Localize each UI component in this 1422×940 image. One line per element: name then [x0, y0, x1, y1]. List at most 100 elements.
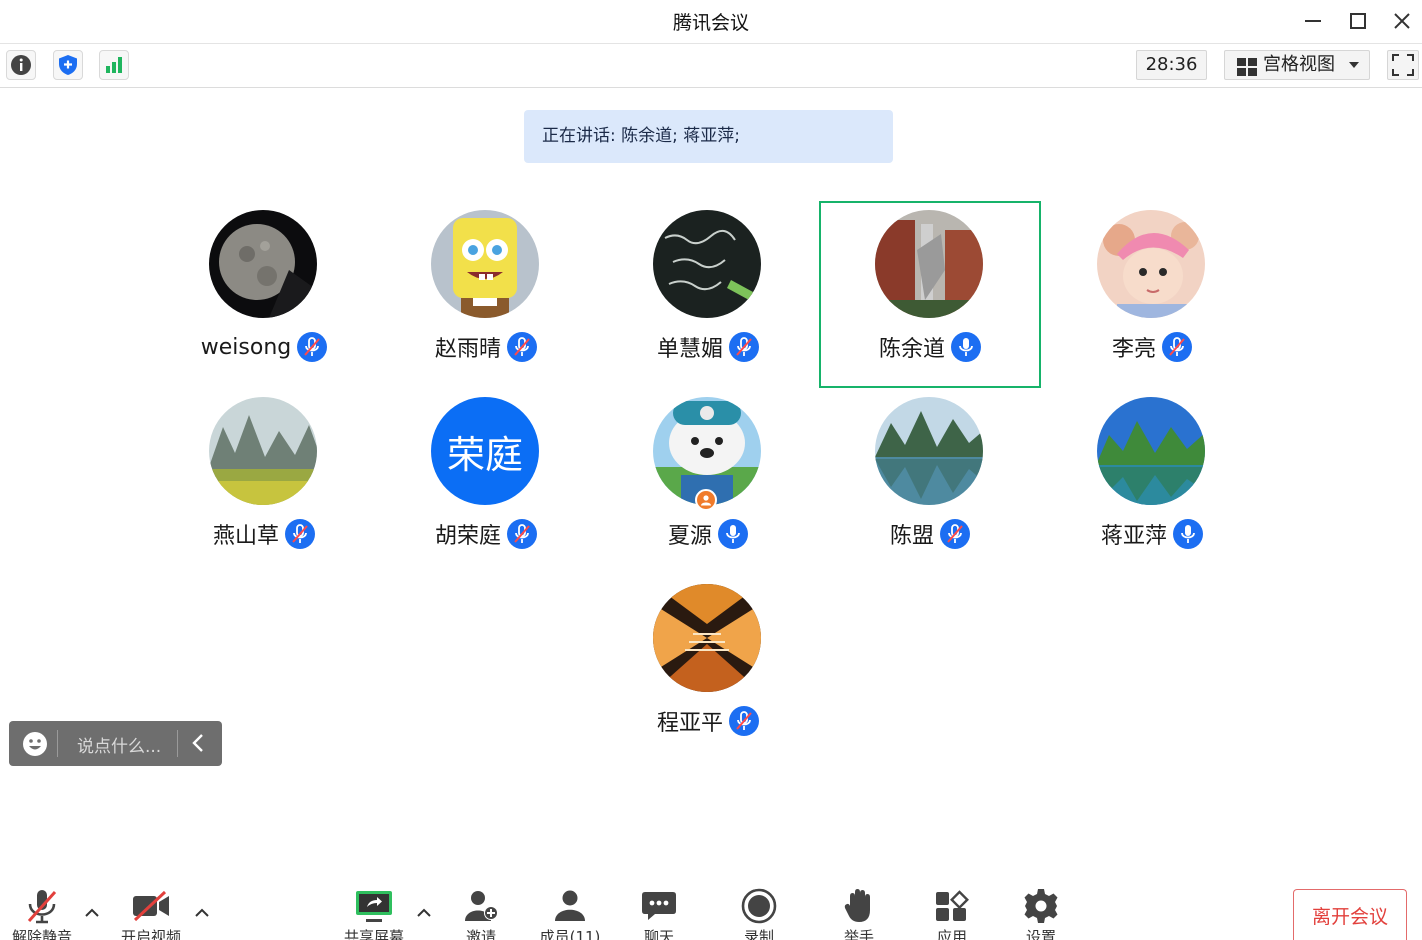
chat-bubble-icon — [642, 892, 676, 920]
participant-tile[interactable]: 夏源 — [597, 389, 819, 576]
participant-tile[interactable]: 荣庭 胡荣庭 — [375, 389, 597, 576]
participant-name-row: 胡荣庭 — [375, 517, 597, 551]
participant-name-row: 陈余道 — [821, 330, 1039, 364]
avatar — [209, 210, 317, 318]
members-button[interactable]: 成员(11) — [530, 884, 610, 940]
settings-label: 设置 — [1025, 928, 1056, 940]
shield-icon — [59, 55, 77, 75]
security-button[interactable] — [53, 50, 83, 80]
signal-icon — [106, 57, 122, 73]
unmute-button[interactable]: 解除静音 — [2, 884, 82, 940]
participant-tile[interactable]: 程亚平 — [597, 576, 819, 763]
meeting-timer: 28:36 — [1136, 50, 1207, 80]
view-mode-dropdown[interactable]: 宫格视图 — [1224, 50, 1370, 80]
maximize-button[interactable] — [1340, 6, 1376, 36]
start-video-button[interactable]: 开启视频 — [111, 884, 191, 940]
minimize-icon — [1305, 20, 1321, 22]
window-title: 腾讯会议 — [672, 12, 749, 34]
settings-button[interactable]: 设置 — [1001, 884, 1081, 940]
video-options-button[interactable] — [194, 906, 210, 920]
participant-name: 单慧媚 — [656, 337, 723, 362]
chevron-left-icon[interactable] — [191, 733, 205, 753]
invite-label: 邀请 — [465, 928, 496, 940]
participant-name-row: 程亚平 — [597, 704, 819, 738]
mic-muted-icon — [507, 519, 537, 549]
participant-name-row: 蒋亚萍 — [1041, 517, 1263, 551]
record-button[interactable]: 录制 — [719, 884, 799, 940]
avatar — [1097, 397, 1205, 505]
meeting-window: 腾讯会议 28:36 宫格视图 正在讲话: 陈余道; 蒋亚萍; weisong … — [0, 0, 1422, 940]
participant-tile-active-speaker[interactable]: 陈余道 — [819, 201, 1041, 388]
participant-name: 陈余道 — [878, 337, 945, 362]
avatar — [653, 210, 761, 318]
mic-muted-icon — [729, 332, 759, 362]
raise-hand-button[interactable]: 举手 — [819, 884, 899, 940]
mic-muted-icon — [940, 519, 970, 549]
participant-name-row: 单慧媚 — [597, 330, 819, 364]
participant-tile[interactable]: 蒋亚萍 — [1041, 389, 1263, 576]
start-video-label: 开启视频 — [120, 928, 181, 940]
invite-button[interactable]: 邀请 — [441, 884, 521, 940]
gear-icon — [1024, 889, 1058, 923]
members-icon — [555, 890, 585, 921]
participant-name: 李亮 — [1111, 337, 1156, 362]
share-screen-label: 共享屏幕 — [343, 928, 404, 940]
share-screen-button[interactable]: 共享屏幕 — [334, 884, 414, 940]
emoji-icon — [23, 732, 47, 756]
chat-label: 聊天 — [643, 928, 674, 940]
participant-name: 燕山草 — [212, 524, 279, 549]
mic-on-icon — [1173, 519, 1203, 549]
hand-icon — [844, 889, 870, 922]
mic-muted-icon — [285, 519, 315, 549]
apps-icon — [936, 890, 969, 921]
participant-name-row: 赵雨晴 — [375, 330, 597, 364]
mic-muted-icon — [507, 332, 537, 362]
apps-button[interactable]: 应用 — [912, 884, 992, 940]
quick-chat-input[interactable]: 说点什么... — [9, 721, 222, 766]
leave-meeting-button[interactable]: 离开会议 — [1293, 889, 1407, 940]
participant-name: 蒋亚萍 — [1100, 524, 1167, 549]
view-mode-label: 宫格视图 — [1263, 54, 1335, 75]
participant-name-row: 李亮 — [1041, 330, 1263, 364]
network-status-button[interactable] — [99, 50, 129, 80]
participant-tile[interactable]: 燕山草 — [153, 389, 375, 576]
share-options-button[interactable] — [416, 906, 432, 920]
avatar — [875, 397, 983, 505]
share-screen-icon — [356, 891, 392, 922]
minimize-button[interactable] — [1295, 6, 1331, 36]
record-label: 录制 — [743, 928, 774, 940]
fullscreen-button[interactable] — [1387, 50, 1419, 80]
meeting-info-button[interactable] — [6, 50, 36, 80]
mic-muted-icon — [729, 706, 759, 736]
participant-name-row: 夏源 — [597, 517, 819, 551]
divider — [57, 730, 58, 757]
meeting-toolbar: 28:36 宫格视图 — [0, 45, 1422, 88]
fullscreen-icon — [1392, 54, 1414, 76]
participant-name-row: 燕山草 — [153, 517, 375, 551]
video-off-icon — [133, 890, 169, 922]
close-button[interactable] — [1384, 6, 1420, 36]
chat-button[interactable]: 聊天 — [619, 884, 699, 940]
audio-options-button[interactable] — [84, 906, 100, 920]
participant-name: 程亚平 — [656, 711, 723, 736]
participant-tile[interactable]: 单慧媚 — [597, 202, 819, 389]
title-bar: 腾讯会议 — [0, 0, 1422, 44]
mic-on-icon — [951, 332, 981, 362]
chevron-up-icon — [417, 908, 431, 917]
apps-label: 应用 — [936, 928, 967, 940]
chat-placeholder[interactable]: 说点什么... — [77, 732, 161, 757]
mic-on-icon — [718, 519, 748, 549]
participant-tile[interactable]: 赵雨晴 — [375, 202, 597, 389]
avatar — [431, 210, 539, 318]
chevron-down-icon — [1349, 62, 1359, 68]
mic-muted-icon — [1162, 332, 1192, 362]
participant-tile[interactable]: 陈盟 — [819, 389, 1041, 576]
info-icon — [11, 55, 31, 75]
text-avatar: 荣庭 — [431, 397, 539, 505]
participant-tile[interactable]: 李亮 — [1041, 202, 1263, 389]
grid-view-icon — [1237, 58, 1257, 76]
add-user-icon — [465, 891, 498, 921]
maximize-icon — [1350, 13, 1366, 29]
participant-name: 陈盟 — [889, 524, 934, 549]
participant-tile[interactable]: weisong — [153, 202, 375, 389]
